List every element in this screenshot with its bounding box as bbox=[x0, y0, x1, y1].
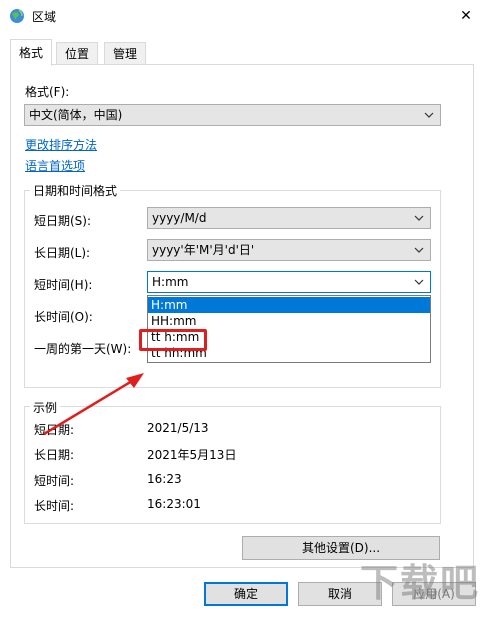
arrow-annotation-icon bbox=[43, 373, 144, 436]
watermark-logo: 下载吧 bbox=[360, 561, 481, 605]
